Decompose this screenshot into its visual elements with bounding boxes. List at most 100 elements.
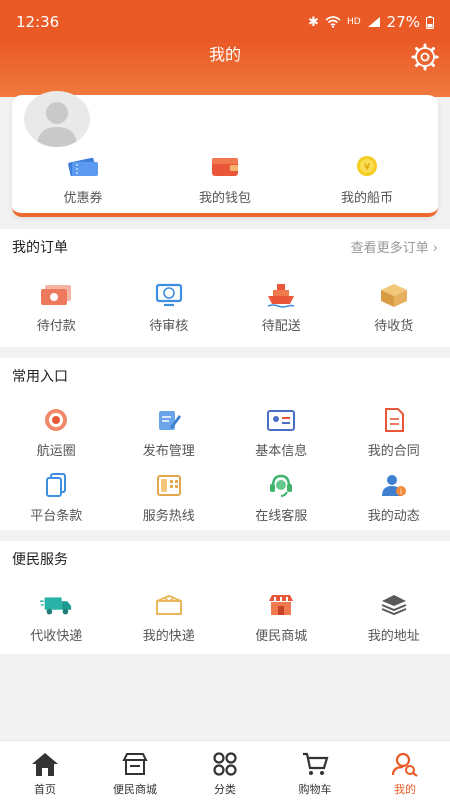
hotline-icon <box>152 471 186 499</box>
service-label: 我的地址 <box>367 629 420 644</box>
entry-label: 发布管理 <box>142 444 195 459</box>
wallet-item-label: 我的钱包 <box>198 191 251 206</box>
profile-card: 优惠券 我的钱包 ¥ 我的船币 <box>12 91 438 217</box>
service-mall[interactable]: 便民商城 <box>225 591 338 644</box>
store-icon <box>120 750 150 778</box>
delivery-truck-icon <box>39 591 73 619</box>
network-label: HD <box>346 17 361 27</box>
entry-label: 我的动态 <box>367 509 420 524</box>
wallet-item-coin[interactable]: ¥ 我的船币 <box>296 153 438 206</box>
service-label: 代收快递 <box>30 629 83 644</box>
tab-store[interactable]: 便民商城 <box>90 741 180 800</box>
entry-label: 我的合同 <box>367 444 420 459</box>
service-section: 便民服务 代收快递 我的快递 便民商城 我的地址 <box>0 541 450 654</box>
order-label: 待付款 <box>36 319 76 334</box>
order-pending-receipt[interactable]: 待收货 <box>338 281 450 334</box>
avatar[interactable] <box>24 91 90 147</box>
tab-label: 分类 <box>214 783 236 796</box>
order-label: 待配送 <box>261 319 301 334</box>
orders-header: 我的订单 查看更多订单 › <box>0 229 450 267</box>
entry-hotline[interactable]: 服务热线 <box>113 471 226 524</box>
entry-contract[interactable]: 我的合同 <box>338 406 450 459</box>
address-layers-icon <box>377 591 411 619</box>
service-my-parcel[interactable]: 我的快递 <box>113 591 226 644</box>
entry-customer-service[interactable]: 在线客服 <box>225 471 338 524</box>
entry-label: 基本信息 <box>255 444 308 459</box>
service-title: 便民服务 <box>12 552 68 568</box>
service-address[interactable]: 我的地址 <box>338 591 450 644</box>
service-label: 便民商城 <box>255 629 308 644</box>
common-grid: 航运圈 发布管理 基本信息 我的合同 平台条款 服务热线 在线客服 i 我的动态 <box>0 406 450 524</box>
entry-basic-info[interactable]: 基本信息 <box>225 406 338 459</box>
user-search-icon <box>390 750 420 778</box>
service-label: 我的快递 <box>142 629 195 644</box>
tab-label: 购物车 <box>298 783 332 796</box>
entry-label: 在线客服 <box>255 509 308 524</box>
status-bar: 12:36 ✱ HD 27% <box>0 0 450 42</box>
tab-home[interactable]: 首页 <box>0 741 90 800</box>
grid-icon <box>210 750 240 778</box>
signal-icon <box>367 17 380 27</box>
customer-service-icon <box>264 471 298 499</box>
home-icon <box>30 750 60 778</box>
entry-my-activity[interactable]: i 我的动态 <box>338 471 450 524</box>
order-pending-delivery[interactable]: 待配送 <box>225 281 338 334</box>
svg-text:i: i <box>400 488 402 496</box>
orders-title: 我的订单 <box>12 240 68 256</box>
tab-label: 便民商城 <box>113 783 157 796</box>
tab-category[interactable]: 分类 <box>180 741 270 800</box>
common-header: 常用入口 <box>0 358 450 396</box>
page-title: 我的 <box>208 45 241 64</box>
publish-icon <box>152 406 186 434</box>
shipping-circle-icon <box>39 406 73 434</box>
pending-review-icon <box>152 281 186 309</box>
common-section: 常用入口 航运圈 发布管理 基本信息 我的合同 平台条款 服务热线 在线客服 i… <box>0 358 450 530</box>
terms-icon <box>39 471 73 499</box>
order-label: 待收货 <box>374 319 414 334</box>
tab-mine[interactable]: 我的 <box>360 741 450 800</box>
chevron-right-icon: › <box>432 241 438 256</box>
entry-terms[interactable]: 平台条款 <box>0 471 113 524</box>
view-more-orders-link[interactable]: 查看更多订单 › <box>351 237 438 256</box>
tab-label: 首页 <box>34 783 56 796</box>
wallet-item-wallet[interactable]: 我的钱包 <box>154 153 296 206</box>
service-grid: 代收快递 我的快递 便民商城 我的地址 <box>0 591 450 644</box>
bottom-tab-bar: 首页 便民商城 分类 购物车 我的 <box>0 740 450 800</box>
coupon-icon <box>66 153 100 179</box>
wallet-icon <box>208 153 242 179</box>
entry-shipping-circle[interactable]: 航运圈 <box>0 406 113 459</box>
battery-icon <box>426 15 434 29</box>
user-info-icon: i <box>377 471 411 499</box>
order-label: 待审核 <box>149 319 189 334</box>
service-header: 便民服务 <box>0 541 450 579</box>
common-title: 常用入口 <box>12 369 68 385</box>
status-time: 12:36 <box>16 13 60 31</box>
entry-publish[interactable]: 发布管理 <box>113 406 226 459</box>
wallet-item-label: 优惠券 <box>63 191 103 206</box>
wallet-item-label: 我的船币 <box>340 191 393 206</box>
id-card-icon <box>264 406 298 434</box>
parcel-icon <box>152 591 186 619</box>
bluetooth-icon: ✱ <box>308 14 319 30</box>
entry-label: 平台条款 <box>30 509 83 524</box>
view-more-orders-label: 查看更多订单 <box>350 241 429 256</box>
order-pending-review[interactable]: 待审核 <box>113 281 226 334</box>
wallet-item-coupon[interactable]: 优惠券 <box>12 153 154 206</box>
page-header: 我的 <box>0 42 450 97</box>
order-pending-payment[interactable]: 待付款 <box>0 281 113 334</box>
battery-percentage: 27% <box>386 13 420 31</box>
settings-gear-icon[interactable] <box>410 42 440 72</box>
entry-label: 服务热线 <box>142 509 195 524</box>
svg-text:¥: ¥ <box>364 162 370 173</box>
wallet-row: 优惠券 我的钱包 ¥ 我的船币 <box>12 153 438 206</box>
tab-label: 我的 <box>394 783 416 796</box>
pending-receipt-icon <box>377 281 411 309</box>
coin-icon: ¥ <box>350 153 384 179</box>
tab-cart[interactable]: 购物车 <box>270 741 360 800</box>
status-icons: ✱ HD 27% <box>308 13 434 31</box>
shop-icon <box>264 591 298 619</box>
pending-payment-icon <box>39 281 73 309</box>
orders-grid: 待付款 待审核 待配送 待收货 <box>0 281 450 334</box>
orders-section: 我的订单 查看更多订单 › 待付款 待审核 待配送 待收货 <box>0 229 450 347</box>
service-collect-parcel[interactable]: 代收快递 <box>0 591 113 644</box>
